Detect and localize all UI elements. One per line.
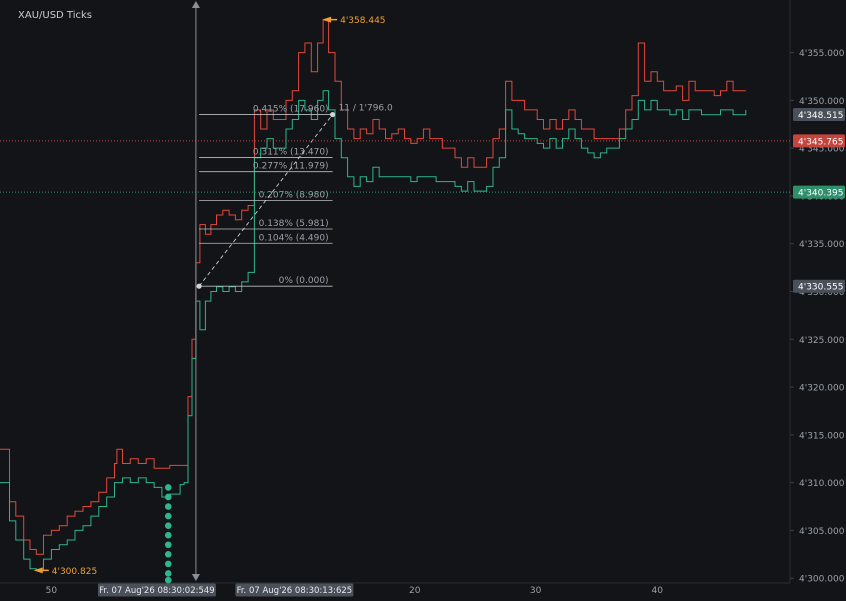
y-tick-label: 4'305.000 [799, 527, 845, 537]
fib-start-handle[interactable] [196, 283, 202, 289]
tick-dot [164, 576, 172, 584]
tick-dot [164, 484, 172, 491]
tick-dot [164, 503, 172, 510]
chart-canvas[interactable]: 0.415% (17.960) 0.311% (13.470) 0.277% (11… [0, 0, 846, 597]
tick-dot [164, 570, 172, 577]
tick-dot [164, 493, 172, 501]
chart-title: XAU/USD Ticks [18, 10, 93, 21]
x-tick-label: 30 [530, 586, 542, 596]
tick-dot [164, 541, 172, 549]
y-tick-label: 4'315.000 [799, 431, 845, 441]
fib-end-handle[interactable] [329, 111, 336, 118]
y-tick-label: 4'335.000 [799, 240, 845, 250]
crosshair-price-label: 4'348.515 [798, 111, 843, 121]
fib-level-label: 0.311% (13.470) [253, 147, 329, 157]
tick-dot [164, 512, 172, 520]
price-chart[interactable]: 0.415% (17.960) 0.311% (13.470) 0.277% (11… [0, 0, 846, 597]
fib-measure-label: 11 / 1'796.0 [339, 104, 393, 114]
x-tick-label: 20 [409, 586, 421, 596]
fib-level-label: 0.138% (5.981) [259, 219, 329, 229]
tick-dot [164, 531, 172, 539]
ask-price-label: 4'345.765 [798, 137, 843, 147]
x-tick-label: 50 [46, 586, 58, 596]
fib-level-label: 0.104% (4.490) [259, 233, 329, 243]
extreme-value-label: 4'358.445 [340, 16, 385, 26]
y-tick-label: 4'300.000 [799, 575, 845, 585]
y-tick-label: 4'325.000 [799, 336, 845, 346]
crosshair-price-label: 4'330.555 [798, 283, 843, 293]
fib-level-label: 0% (0.000) [279, 276, 329, 286]
fib-level-label: 0.277% (11.979) [253, 162, 329, 172]
y-tick-label: 4'320.000 [799, 384, 845, 394]
tick-dot [164, 560, 172, 568]
tick-dot [164, 522, 172, 529]
fib-level-label: 0.415% (17.960) [253, 105, 329, 115]
time-crosshair-label: Fr. 07 Aug'26 08:30:13:625 [237, 586, 353, 596]
tick-dot [164, 551, 172, 558]
y-tick-label: 4'310.000 [799, 479, 845, 489]
y-tick-label: 4'350.000 [799, 97, 845, 107]
x-tick-label: 40 [652, 586, 664, 596]
extreme-value-label: 4'300.825 [52, 567, 97, 577]
time-crosshair-label: Fr. 07 Aug'26 08:30:02:549 [99, 586, 215, 596]
y-tick-label: 4'355.000 [799, 49, 845, 59]
bid-price-label: 4'340.395 [798, 189, 843, 199]
